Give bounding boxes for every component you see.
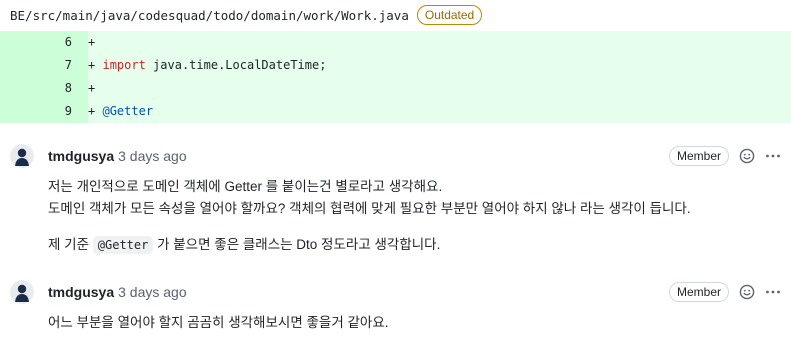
diff-code: +: [88, 81, 96, 95]
comment-header: tmdgusya 3 days ago Member: [48, 144, 791, 168]
timestamp[interactable]: 3 days ago: [118, 148, 187, 164]
import-keyword: import: [102, 58, 146, 72]
diff-line: 6 +: [0, 31, 791, 54]
comment-text: 제 기준 @Getter 가 붙으면 좋은 클래스는 Dto 정도라고 생각합니…: [48, 236, 441, 254]
diff-code: + @Getter: [88, 104, 154, 118]
kebab-menu-icon[interactable]: [765, 148, 781, 164]
review-comment: tmdgusya 3 days ago Member 어느 부분을 열어야 할지…: [0, 280, 791, 334]
line-number[interactable]: 6: [0, 31, 88, 54]
diff-block: 6 + 7 + import java.time.LocalDateTime; …: [0, 31, 791, 123]
line-number[interactable]: 8: [0, 77, 88, 100]
comment-text: 저는 개인적으로 도메인 객체에 Getter 를 붙이는건 별로라고 생각해요…: [48, 179, 443, 194]
diff-line: 8 +: [0, 77, 791, 100]
comment-body: 어느 부분을 열어야 할지 곰곰히 생각해보시면 좋을거 같아요.: [48, 312, 791, 334]
avatar[interactable]: [10, 144, 34, 168]
file-path-link[interactable]: BE/src/main/java/codesquad/todo/domain/w…: [10, 8, 409, 23]
comment-header: tmdgusya 3 days ago Member: [48, 280, 791, 304]
file-header: BE/src/main/java/codesquad/todo/domain/w…: [0, 0, 791, 30]
author-name[interactable]: tmdgusya: [48, 148, 114, 164]
inline-code: @Getter: [92, 236, 154, 254]
avatar[interactable]: [10, 280, 34, 304]
kebab-menu-icon[interactable]: [765, 284, 781, 300]
author-name[interactable]: tmdgusya: [48, 284, 114, 300]
diff-code: + import java.time.LocalDateTime;: [88, 58, 327, 72]
review-comment: tmdgusya 3 days ago Member 저는 개인적으로 도메인 …: [0, 144, 791, 256]
smiley-icon[interactable]: [739, 284, 755, 300]
line-number[interactable]: 9: [0, 100, 88, 123]
comment-body: 저는 개인적으로 도메인 객체에 Getter 를 붙이는건 별로라고 생각해요…: [48, 176, 791, 256]
diff-line: 9 + @Getter: [0, 100, 791, 123]
timestamp[interactable]: 3 days ago: [118, 284, 187, 300]
diff-code: +: [88, 35, 96, 49]
outdated-badge: Outdated: [416, 5, 483, 25]
member-badge: Member: [668, 146, 729, 166]
member-badge: Member: [668, 282, 729, 302]
line-number[interactable]: 7: [0, 54, 88, 77]
getter-annotation: @Getter: [102, 104, 154, 118]
smiley-icon[interactable]: [739, 148, 755, 164]
comment-text: 도메인 객체가 모든 속성을 열어야 할까요? 객체의 협력에 맞게 필요한 부…: [48, 201, 691, 216]
comment-text: 어느 부분을 열어야 할지 곰곰히 생각해보시면 좋을거 같아요.: [48, 315, 389, 330]
diff-line: 7 + import java.time.LocalDateTime;: [0, 54, 791, 77]
